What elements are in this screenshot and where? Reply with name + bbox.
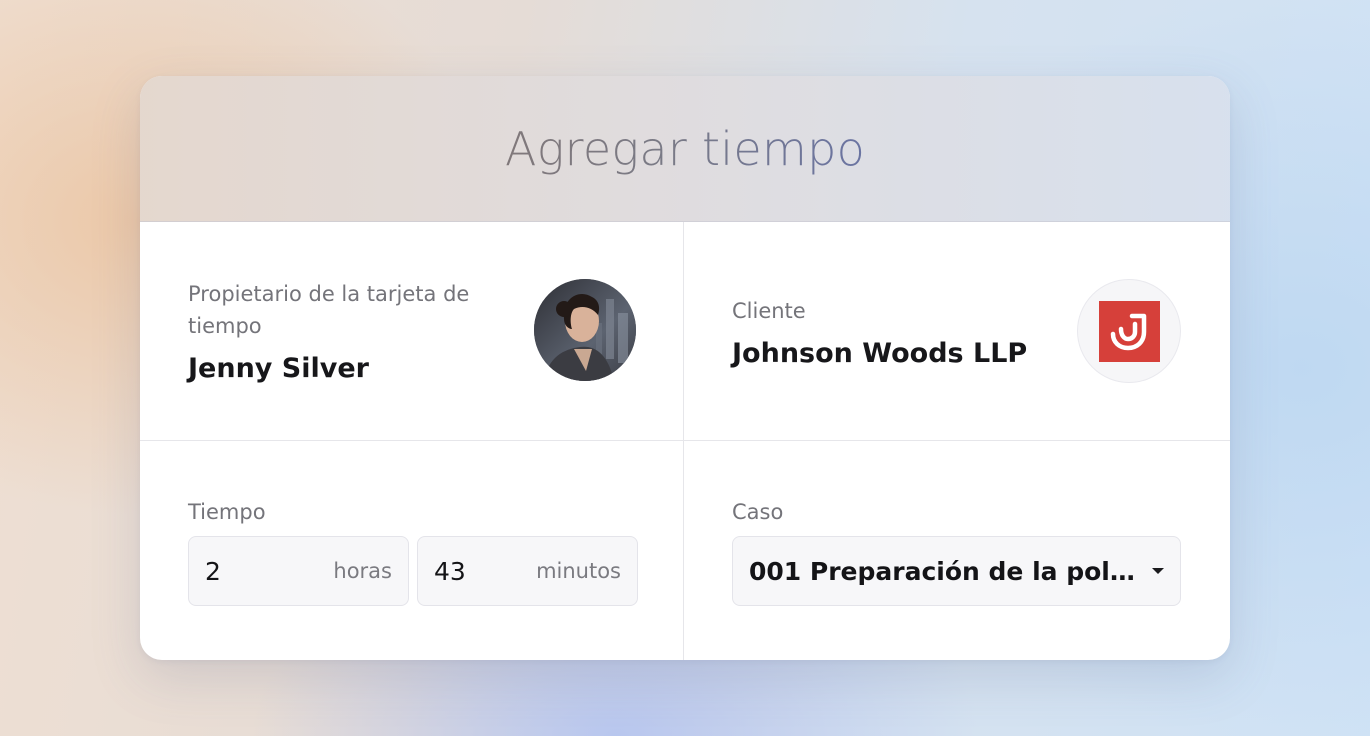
minutes-unit: minutos bbox=[536, 559, 621, 583]
avatar bbox=[534, 279, 636, 381]
add-time-dialog: Agregar tiempo Propietario de la tarjeta… bbox=[140, 76, 1230, 660]
form-grid: Propietario de la tarjeta de tiempo Jenn… bbox=[140, 222, 1230, 660]
time-inputs: 2 horas 43 minutos bbox=[188, 536, 638, 606]
minutes-input[interactable]: 43 minutos bbox=[417, 536, 638, 606]
case-select[interactable]: 001 Preparación de la política de privac… bbox=[732, 536, 1181, 606]
time-label: Tiempo bbox=[188, 500, 266, 524]
chevron-down-icon bbox=[1152, 568, 1164, 574]
avatar-photo bbox=[534, 279, 636, 381]
hours-input[interactable]: 2 horas bbox=[188, 536, 409, 606]
client-logo bbox=[1077, 279, 1181, 383]
owner-name: Jenny Silver bbox=[188, 353, 369, 384]
client-field[interactable]: Cliente Johnson Woods LLP bbox=[684, 222, 1230, 441]
hours-value: 2 bbox=[205, 556, 221, 586]
hours-unit: horas bbox=[333, 559, 392, 583]
owner-label: Propietario de la tarjeta de tiempo bbox=[188, 282, 470, 338]
time-field: Tiempo 2 horas 43 minutos bbox=[140, 441, 684, 660]
owner-field[interactable]: Propietario de la tarjeta de tiempo Jenn… bbox=[140, 222, 684, 441]
dialog-header: Agregar tiempo bbox=[140, 76, 1230, 222]
client-logo-icon bbox=[1098, 300, 1160, 362]
case-label: Caso bbox=[732, 500, 784, 524]
client-name: Johnson Woods LLP bbox=[732, 338, 1028, 369]
minutes-value: 43 bbox=[434, 556, 466, 586]
case-field: Caso 001 Preparación de la política de p… bbox=[684, 441, 1230, 660]
dialog-title: Agregar tiempo bbox=[504, 121, 866, 176]
client-label: Cliente bbox=[732, 299, 806, 323]
case-selected-value: 001 Preparación de la política de privac… bbox=[749, 556, 1152, 586]
